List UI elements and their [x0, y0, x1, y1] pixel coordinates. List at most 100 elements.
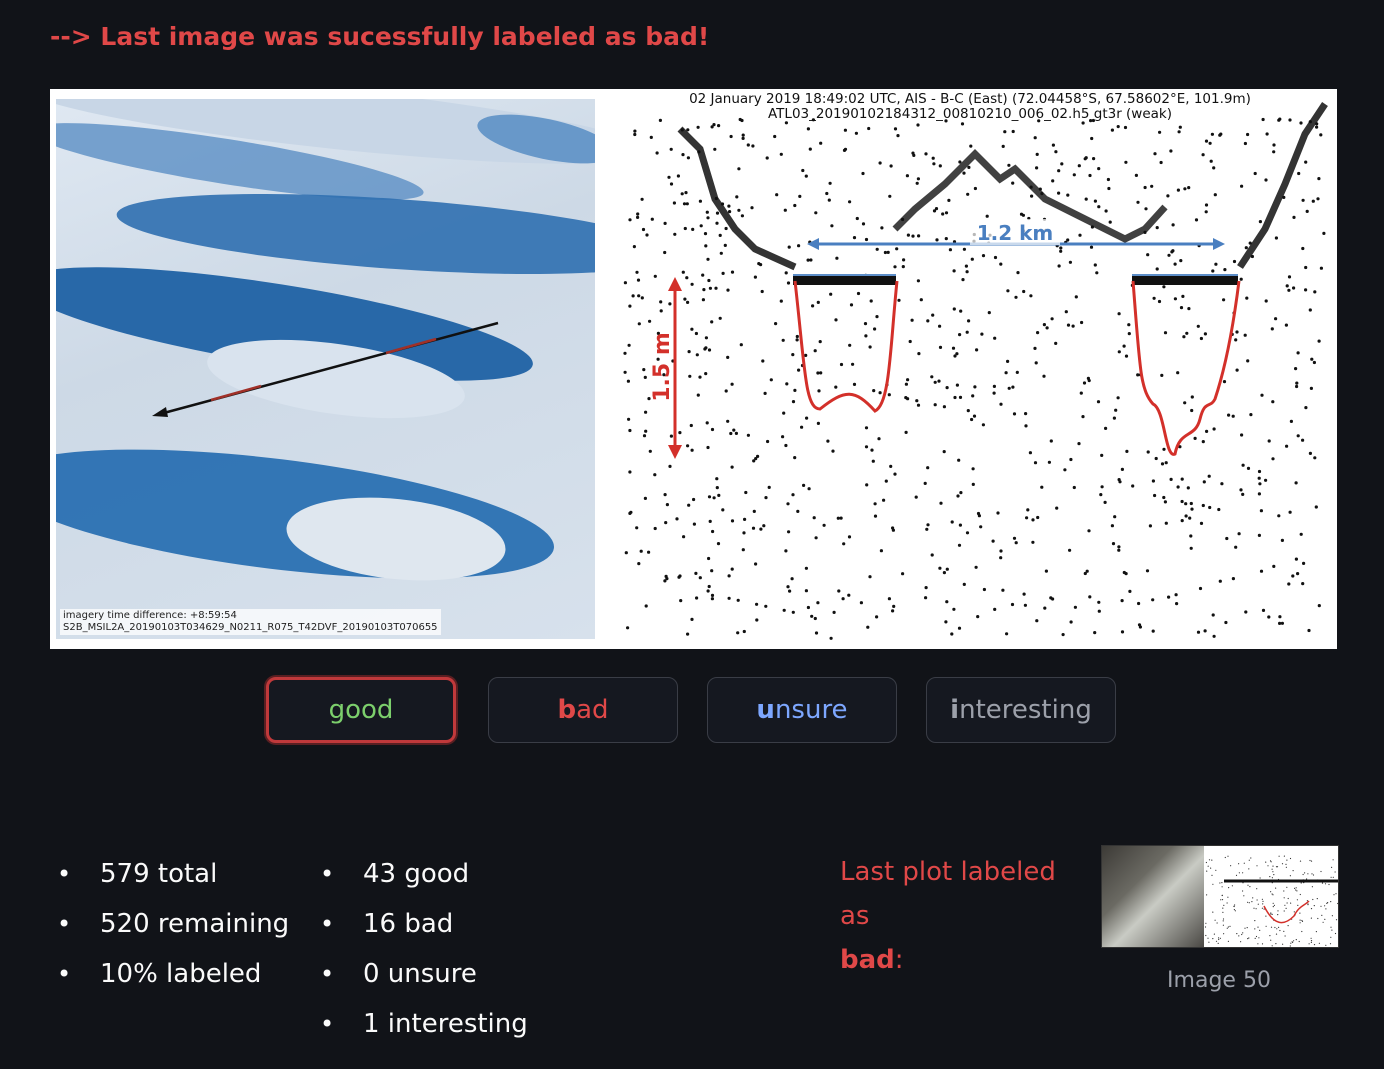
thumbnail-point: [1204, 926, 1207, 928]
photon-point: [639, 549, 643, 553]
thumbnail-point: [1208, 941, 1210, 943]
photon-point: [841, 597, 845, 601]
photon-point: [1047, 460, 1051, 464]
photon-point: [690, 617, 694, 622]
photon-point: [1264, 478, 1268, 482]
photon-point: [878, 161, 882, 165]
photon-point: [677, 575, 681, 579]
photon-point: [847, 535, 852, 539]
photon-point: [787, 530, 791, 534]
thumbnail-point: [1295, 889, 1297, 891]
photon-point: [1304, 265, 1308, 270]
photon-point: [818, 340, 822, 344]
photon-point: [716, 542, 721, 546]
photon-point: [767, 485, 771, 489]
bad-button[interactable]: b ad: [488, 677, 678, 743]
thumbnail-point: [1212, 911, 1214, 913]
thumbnail-point: [1334, 871, 1336, 873]
photon-point: [973, 385, 977, 389]
photon-point: [947, 198, 951, 202]
photon-point: [1077, 442, 1081, 446]
photon-point: [752, 509, 756, 513]
photon-point: [1143, 185, 1147, 190]
thumbnail-point: [1217, 942, 1219, 944]
thumbnail-point: [1309, 859, 1311, 862]
label-buttons: good b ad u nsure i nteresting: [0, 677, 1384, 745]
unsure-button[interactable]: u nsure: [707, 677, 897, 743]
photon-point: [869, 299, 873, 303]
thumbnail-point: [1218, 938, 1220, 941]
photon-point: [1162, 447, 1166, 451]
thumbnail-point: [1283, 910, 1285, 912]
photon-point: [1111, 542, 1116, 546]
photon-point: [906, 378, 910, 382]
thumbnail-point: [1287, 897, 1289, 900]
thumbnail-point: [1241, 933, 1243, 936]
thumbnail-point: [1205, 934, 1207, 937]
photon-point: [957, 626, 962, 630]
photon-point: [633, 129, 637, 133]
photon-point: [1007, 386, 1011, 390]
photon-point: [938, 566, 942, 570]
photon-point: [1007, 163, 1011, 167]
photon-point: [1080, 320, 1084, 325]
interesting-button[interactable]: i nteresting: [926, 677, 1116, 743]
thumbnail-point: [1272, 906, 1274, 908]
photon-point: [1201, 503, 1205, 508]
photon-point: [961, 278, 965, 282]
photon-point: [1271, 400, 1275, 404]
photon-point: [1202, 480, 1206, 484]
photon-point: [1319, 133, 1323, 137]
photon-point: [855, 216, 859, 221]
photon-point: [1014, 541, 1018, 545]
photon-point: [977, 514, 981, 518]
photon-point: [1099, 493, 1103, 497]
good-button[interactable]: good: [266, 677, 456, 743]
last-plot-thumbnail[interactable]: [1101, 845, 1339, 948]
thumbnail-point: [1326, 902, 1328, 904]
photon-point: [993, 255, 998, 260]
photon-point: [867, 126, 871, 131]
photon-point: [623, 281, 627, 285]
photon-point: [836, 516, 840, 520]
photon-point: [1146, 450, 1150, 454]
photon-point: [1180, 477, 1184, 481]
photon-point: [852, 236, 857, 240]
photon-point: [741, 133, 745, 137]
photon-point: [1110, 524, 1114, 528]
photon-point: [655, 151, 659, 155]
photon-point: [916, 279, 920, 283]
photon-point: [1301, 582, 1305, 586]
photon-point: [682, 202, 687, 206]
photon-point: [695, 596, 699, 600]
photon-point: [956, 494, 960, 498]
photon-point: [685, 202, 689, 206]
photon-point: [861, 171, 865, 176]
photon-point: [757, 262, 761, 266]
photon-point: [1022, 592, 1026, 596]
photon-point: [1271, 457, 1275, 461]
photon-point: [644, 604, 648, 608]
photon-point: [627, 417, 631, 421]
thumbnail-point: [1267, 865, 1269, 867]
photon-point: [1079, 391, 1083, 395]
thumbnail-point: [1207, 937, 1209, 939]
thumbnail-point: [1222, 920, 1224, 922]
photon-point: [1278, 117, 1282, 121]
photon-point: [1060, 162, 1064, 166]
thumbnail-point: [1283, 897, 1285, 899]
photon-point: [764, 604, 768, 608]
photon-point: [813, 349, 817, 353]
photon-point: [889, 164, 893, 168]
photon-point: [1267, 439, 1271, 443]
photon-point: [1246, 132, 1250, 137]
thumbnail-point: [1248, 859, 1250, 861]
thumbnail-point: [1277, 910, 1279, 912]
photon-point: [1245, 296, 1249, 300]
photon-point: [703, 232, 708, 236]
thumbnail-point: [1212, 883, 1214, 885]
photon-point: [628, 470, 632, 474]
photon-point: [893, 265, 897, 269]
photon-point: [873, 327, 877, 331]
photon-point: [751, 526, 756, 530]
